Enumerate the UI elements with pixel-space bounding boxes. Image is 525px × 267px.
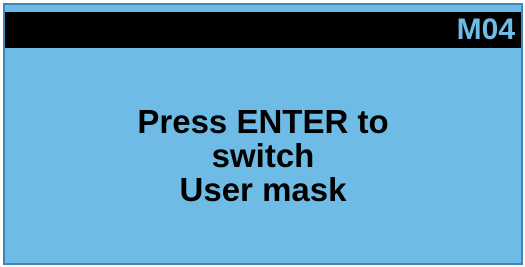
header-bar: M04 (5, 12, 521, 48)
message-line-1: Press ENTER to (137, 103, 389, 140)
lcd-display-frame: M04 Press ENTER to switch User mask (0, 0, 525, 267)
lcd-screen: M04 Press ENTER to switch User mask (3, 3, 523, 265)
screen-code-label: M04 (456, 13, 515, 46)
message-line-2: switch (211, 137, 315, 174)
instruction-message: Press ENTER to switch User mask (5, 105, 521, 207)
message-line-3: User mask (179, 171, 347, 208)
